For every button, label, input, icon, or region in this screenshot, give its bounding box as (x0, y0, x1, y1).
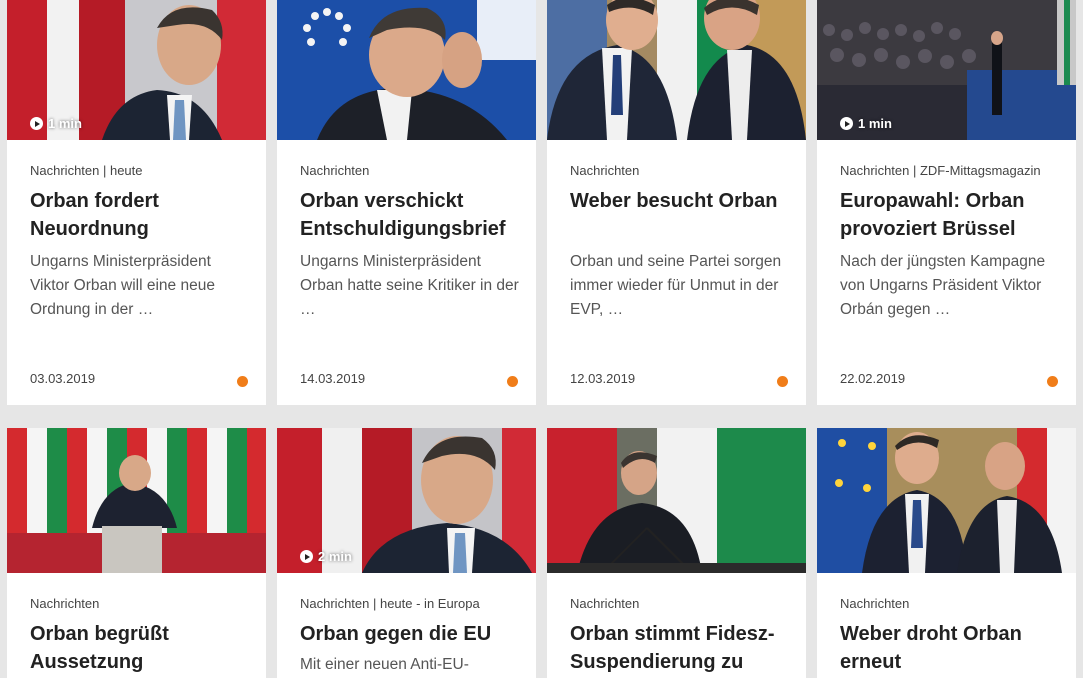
article-card-8[interactable]: Nachrichten Weber droht Orban erneut (817, 428, 1076, 678)
article-title[interactable]: Orban fordert Neuordnung (30, 187, 255, 243)
article-card-1[interactable]: 1 min Nachrichten | heute Orban fordert … (7, 0, 266, 405)
article-image[interactable]: 1 min (7, 0, 266, 140)
article-card-5[interactable]: Nachrichten Orban begrüßt Aussetzung (7, 428, 266, 678)
article-teaser: Mit einer neuen Anti-EU- (300, 656, 469, 673)
article-image[interactable] (7, 428, 266, 573)
article-title[interactable]: Europawahl: Orban provoziert Brüssel (840, 187, 1065, 243)
article-title[interactable]: Weber besucht Orban (570, 187, 795, 215)
article-image[interactable]: 2 min (277, 428, 536, 573)
article-teaser: Ungarns Ministerpräsident Viktor Orban w… (30, 253, 215, 318)
play-icon (30, 117, 43, 130)
article-card-7[interactable]: Nachrichten Orban stimmt Fidesz-Suspendi… (547, 428, 806, 678)
article-date: 03.03.2019 (30, 371, 96, 386)
article-title[interactable]: Weber droht Orban erneut (840, 620, 1065, 676)
article-title[interactable]: Orban begrüßt Aussetzung (30, 620, 255, 676)
article-title[interactable]: Orban verschickt Entschuldigungsbrief (300, 187, 525, 243)
article-date: 22.02.2019 (840, 371, 906, 386)
weber-orban-handshake-photo (547, 0, 806, 140)
new-indicator-dot (237, 376, 248, 387)
teaser-grid: 1 min Nachrichten | heute Orban fordert … (0, 0, 1083, 678)
article-image[interactable] (547, 0, 806, 140)
article-kicker: Nachrichten (30, 596, 100, 611)
article-image[interactable]: 1 min (817, 0, 1076, 140)
article-date: 14.03.2019 (300, 371, 366, 386)
new-indicator-dot (507, 376, 518, 387)
article-teaser: Ungarns Ministerpräsident Orban hatte se… (300, 253, 519, 318)
orban-fidesz-podium-photo (7, 428, 266, 573)
article-image[interactable] (547, 428, 806, 573)
article-teaser: Orban und seine Partei sorgen immer wied… (570, 253, 782, 318)
orban-eu-photo (277, 0, 536, 140)
article-title[interactable]: Orban stimmt Fidesz-Suspendierung zu (570, 620, 795, 676)
article-kicker: Nachrichten | heute (30, 163, 143, 178)
play-icon (300, 550, 313, 563)
article-kicker: Nachrichten | heute - in Europa (300, 596, 480, 611)
article-image[interactable] (277, 0, 536, 140)
article-title[interactable]: Orban gegen die EU (300, 620, 525, 648)
new-indicator-dot (777, 376, 788, 387)
play-icon (840, 117, 853, 130)
article-teaser: Nach der jüngsten Kampagne von Ungarns P… (840, 253, 1046, 318)
article-kicker: Nachrichten (570, 596, 640, 611)
article-card-6[interactable]: 2 min Nachrichten | heute - in Europa Or… (277, 428, 536, 678)
article-kicker: Nachrichten | ZDF-Mittagsmagazin (840, 163, 1041, 178)
video-duration: 1 min (30, 116, 82, 131)
article-kicker: Nachrichten (840, 596, 910, 611)
article-kicker: Nachrichten (570, 163, 640, 178)
new-indicator-dot (1047, 376, 1058, 387)
video-duration: 2 min (300, 549, 352, 564)
article-kicker: Nachrichten (300, 163, 370, 178)
weber-orban-flags-photo (817, 428, 1076, 573)
article-card-4[interactable]: 1 min Nachrichten | ZDF-Mittagsmagazin E… (817, 0, 1076, 405)
article-card-3[interactable]: Nachrichten Weber besucht Orban Orban un… (547, 0, 806, 405)
article-card-2[interactable]: Nachrichten Orban verschickt Entschuldig… (277, 0, 536, 405)
article-image[interactable] (817, 428, 1076, 573)
orban-microphones-photo (547, 428, 806, 573)
video-duration: 1 min (840, 116, 892, 131)
article-date: 12.03.2019 (570, 371, 636, 386)
